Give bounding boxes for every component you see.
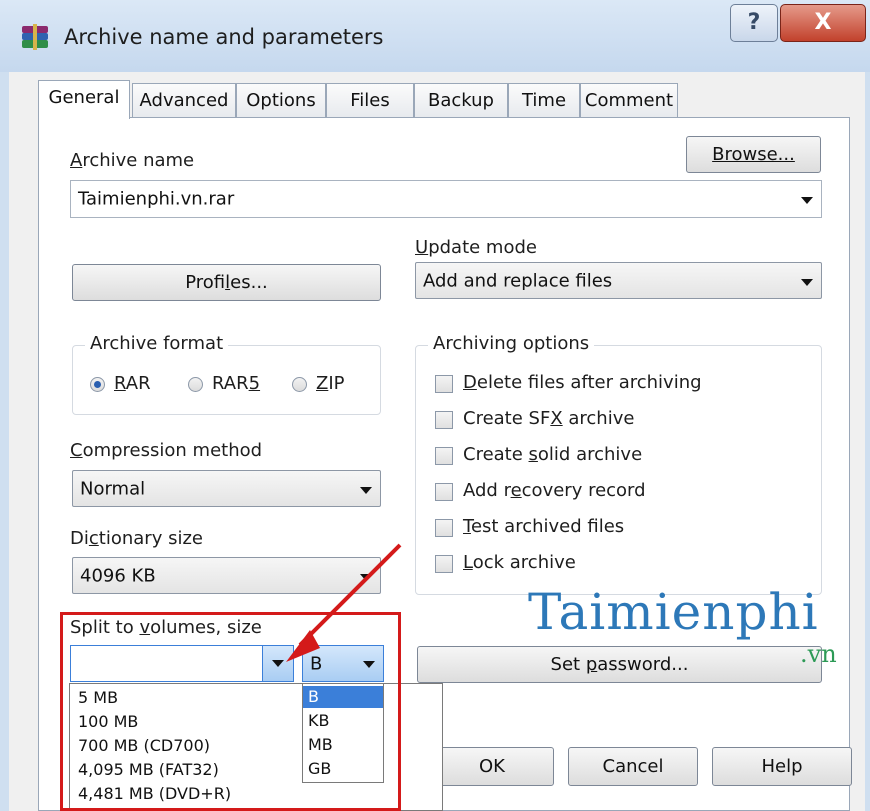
- title-bar[interactable]: Archive name and parameters ? X: [0, 0, 870, 72]
- tab-files[interactable]: Files: [326, 83, 414, 117]
- window-title: Archive name and parameters: [64, 25, 384, 49]
- dictionary-size-label: Dictionary size: [70, 528, 203, 549]
- browse-label: Browse...: [712, 144, 795, 165]
- archive-name-value: Taimienphi.vn.rar: [78, 188, 235, 210]
- watermark-logo: Taimienphi: [528, 583, 819, 641]
- archiving-options-title: Archiving options: [428, 333, 595, 354]
- winrar-icon: [22, 24, 48, 50]
- update-mode-select[interactable]: Add and replace files: [415, 262, 822, 299]
- tab-advanced[interactable]: Advanced: [132, 83, 236, 117]
- create-sfx-checkbox[interactable]: [435, 411, 453, 429]
- cancel-button[interactable]: Cancel: [568, 747, 698, 786]
- delete-files-label[interactable]: Delete files after archiving: [463, 372, 702, 393]
- dialog-window: Archive name and parameters ? X General …: [0, 0, 870, 811]
- tab-general[interactable]: General: [38, 80, 130, 119]
- test-files-checkbox[interactable]: [435, 519, 453, 537]
- recovery-record-label[interactable]: Add recovery record: [463, 480, 646, 501]
- chevron-down-icon: [360, 574, 372, 581]
- update-mode-label: Update mode: [415, 237, 537, 258]
- solid-archive-checkbox[interactable]: [435, 447, 453, 465]
- browse-button[interactable]: Browse...: [686, 136, 821, 173]
- archive-name-combo[interactable]: Taimienphi.vn.rar: [70, 180, 822, 218]
- dictionary-size-value: 4096 KB: [80, 565, 156, 586]
- tab-time[interactable]: Time: [508, 83, 580, 117]
- compression-method-label: Compression method: [70, 440, 263, 461]
- ok-button[interactable]: OK: [430, 747, 554, 786]
- create-sfx-label[interactable]: Create SFX archive: [463, 408, 634, 429]
- tab-options[interactable]: Options: [236, 83, 326, 117]
- radio-rar[interactable]: [90, 377, 105, 392]
- close-button[interactable]: X: [780, 4, 866, 42]
- test-files-label[interactable]: Test archived files: [463, 516, 624, 537]
- lock-archive-label[interactable]: Lock archive: [463, 552, 576, 573]
- chevron-down-icon: [360, 487, 372, 494]
- radio-zip[interactable]: [292, 377, 307, 392]
- dictionary-size-select[interactable]: 4096 KB: [72, 557, 381, 594]
- tab-comment[interactable]: Comment: [580, 83, 678, 117]
- lock-archive-checkbox[interactable]: [435, 555, 453, 573]
- radio-rar5[interactable]: [188, 377, 203, 392]
- highlight-box: [60, 612, 401, 811]
- radio-rar5-label[interactable]: RAR5: [212, 373, 260, 394]
- help-button[interactable]: Help: [712, 747, 852, 786]
- delete-files-checkbox[interactable]: [435, 375, 453, 393]
- solid-archive-label[interactable]: Create solid archive: [463, 444, 642, 465]
- update-mode-value: Add and replace files: [423, 270, 613, 291]
- chevron-down-icon: [801, 197, 813, 204]
- compression-method-value: Normal: [80, 478, 146, 499]
- set-password-button[interactable]: Set password...: [417, 646, 822, 683]
- help-title-button[interactable]: ?: [730, 4, 778, 42]
- watermark-logo-sub: .vn: [800, 640, 837, 668]
- tab-backup[interactable]: Backup: [414, 83, 508, 117]
- radio-rar-label[interactable]: RAR: [114, 373, 151, 394]
- profiles-button[interactable]: Profiles...: [72, 264, 381, 301]
- recovery-record-checkbox[interactable]: [435, 483, 453, 501]
- archive-format-title: Archive format: [85, 333, 229, 354]
- archive-name-label: Archive name: [70, 150, 195, 171]
- radio-zip-label[interactable]: ZIP: [316, 373, 345, 394]
- chevron-down-icon: [801, 279, 813, 286]
- compression-method-select[interactable]: Normal: [72, 470, 381, 507]
